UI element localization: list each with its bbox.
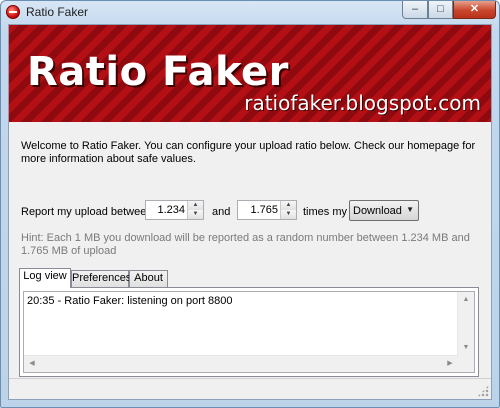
max-ratio-stepper[interactable]: 1.765 ▲ ▼ xyxy=(237,200,297,220)
minimize-icon: – xyxy=(411,3,419,15)
min-ratio-value[interactable]: 1.234 xyxy=(157,204,185,216)
close-button[interactable]: ✕ xyxy=(453,1,496,19)
banner-title: Ratio Faker xyxy=(27,49,289,95)
status-bar xyxy=(9,378,491,399)
tab-about[interactable]: About xyxy=(129,270,168,287)
maximize-button[interactable]: □ xyxy=(428,1,453,19)
times-label: times my xyxy=(303,206,347,218)
max-ratio-arrows: ▲ ▼ xyxy=(280,201,296,219)
scroll-down-icon[interactable]: ▼ xyxy=(458,340,474,356)
log-textbox[interactable]: 20:35 - Ratio Faker: listening on port 8… xyxy=(23,291,475,373)
banner: Ratio Faker ratiofaker.blogspot.com xyxy=(9,25,491,122)
scroll-right-icon[interactable]: ▶ xyxy=(442,356,458,372)
horizontal-scrollbar[interactable]: ◀ ▶ xyxy=(24,355,458,372)
tab-log-view[interactable]: Log view xyxy=(19,268,71,288)
resize-grip-icon[interactable] xyxy=(477,385,489,397)
max-ratio-value[interactable]: 1.765 xyxy=(250,204,278,216)
scrollbar-corner xyxy=(458,356,474,372)
welcome-text: Welcome to Ratio Faker. You can configur… xyxy=(21,140,476,165)
tab-panel: 20:35 - Ratio Faker: listening on port 8… xyxy=(19,287,479,377)
stepper-down-icon[interactable]: ▼ xyxy=(281,210,296,219)
tab-preferences[interactable]: Preferences xyxy=(71,270,131,287)
stepper-down-icon[interactable]: ▼ xyxy=(188,210,203,219)
mode-select[interactable]: Download ▼ xyxy=(349,200,419,221)
hint-text: Hint: Each 1 MB you download will be rep… xyxy=(21,232,470,257)
log-line: 20:35 - Ratio Faker: listening on port 8… xyxy=(27,295,233,307)
scroll-up-icon[interactable]: ▲ xyxy=(458,292,474,308)
app-icon xyxy=(6,5,20,19)
close-icon: ✕ xyxy=(469,3,480,15)
scroll-left-icon[interactable]: ◀ xyxy=(24,356,40,372)
window-title: Ratio Faker xyxy=(26,5,89,19)
and-label: and xyxy=(212,206,231,218)
maximize-icon: □ xyxy=(437,3,444,15)
app-window: Ratio Faker – □ ✕ Ratio Faker ratiofaker… xyxy=(0,0,500,408)
title-bar[interactable]: Ratio Faker – □ ✕ xyxy=(1,1,499,23)
client-area: Ratio Faker ratiofaker.blogspot.com Welc… xyxy=(8,24,492,400)
banner-url: ratiofaker.blogspot.com xyxy=(244,91,481,115)
chevron-down-icon: ▼ xyxy=(406,205,414,214)
minimize-button[interactable]: – xyxy=(402,1,428,19)
min-ratio-arrows: ▲ ▼ xyxy=(187,201,203,219)
min-ratio-stepper[interactable]: 1.234 ▲ ▼ xyxy=(145,200,204,220)
mode-select-value: Download xyxy=(353,205,402,217)
report-label: Report my upload between xyxy=(21,206,153,218)
vertical-scrollbar[interactable]: ▲ ▼ xyxy=(457,292,474,356)
